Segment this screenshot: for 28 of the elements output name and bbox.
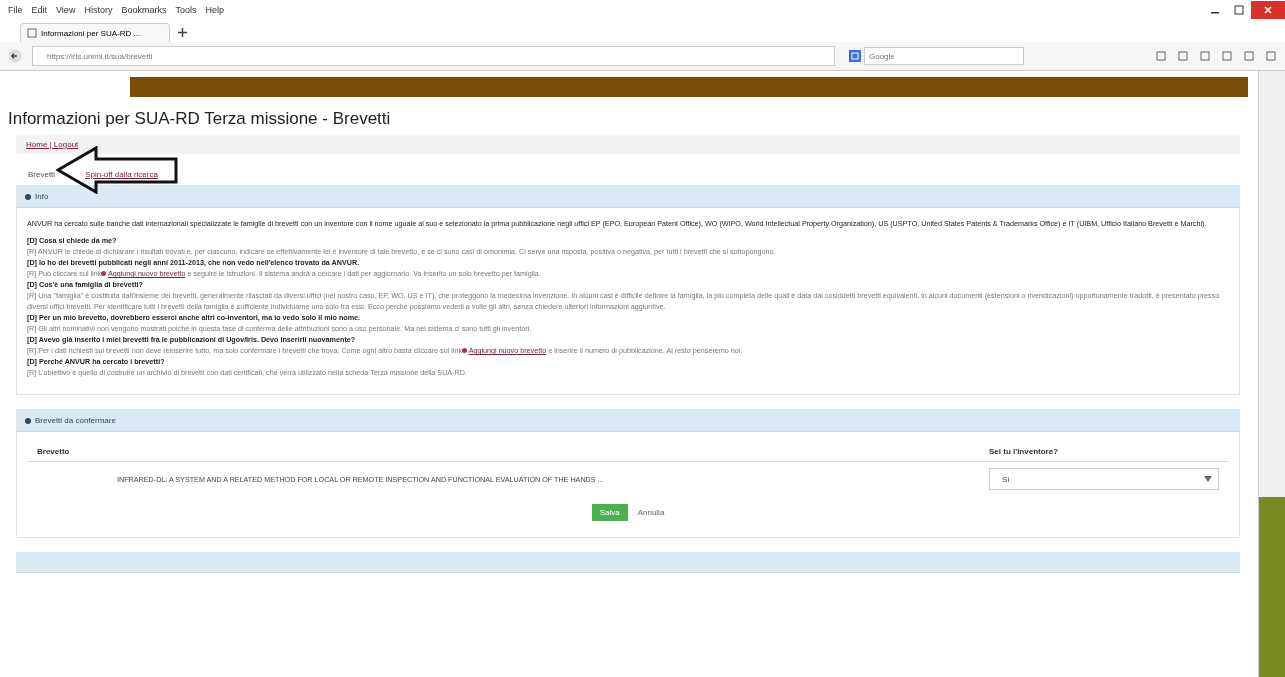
cancel-link[interactable]: Annulla	[637, 507, 665, 518]
menu-item[interactable]: History	[84, 5, 113, 15]
search-engine-icon[interactable]	[849, 50, 861, 62]
menu-item[interactable]: View	[56, 5, 76, 15]
menu-item[interactable]: File	[8, 5, 23, 15]
back-icon[interactable]	[8, 49, 22, 63]
close-icon[interactable]	[1251, 1, 1285, 19]
address-field[interactable]: https://iris.unimi.it/sua/brevetti	[32, 46, 835, 66]
dropdown-caret-icon[interactable]	[1204, 476, 1212, 482]
menu-item[interactable]: Edit	[31, 5, 48, 15]
column-header: Sei tu l'inventore?	[989, 446, 1060, 457]
browser-tab[interactable]: Informazioni per SUA-RD ...	[20, 23, 170, 42]
page-tab[interactable]: Brevetti	[28, 170, 56, 179]
menu-item[interactable]: Bookmarks	[121, 5, 167, 15]
page-tab[interactable]: Spin-off dalla ricerca	[85, 170, 158, 179]
info-icon	[25, 417, 31, 424]
column-header: Brevetto	[37, 446, 71, 457]
page-icon	[27, 28, 37, 38]
page-title: Informazioni per SUA-RD Terza missione - Brevetti	[8, 109, 392, 129]
breadcrumb-link[interactable]: Home | Logout	[26, 140, 79, 149]
menu-item[interactable]: Help	[205, 5, 224, 15]
scrollbar[interactable]	[1258, 71, 1285, 677]
panel-title: Brevetti da confermare	[35, 416, 116, 425]
menu-item[interactable]: Tools	[175, 5, 197, 15]
panel-title: Info	[35, 192, 49, 201]
answer-select[interactable]: Sì	[989, 468, 1219, 490]
search-field[interactable]: Google	[864, 47, 1024, 65]
info-icon	[25, 193, 31, 200]
